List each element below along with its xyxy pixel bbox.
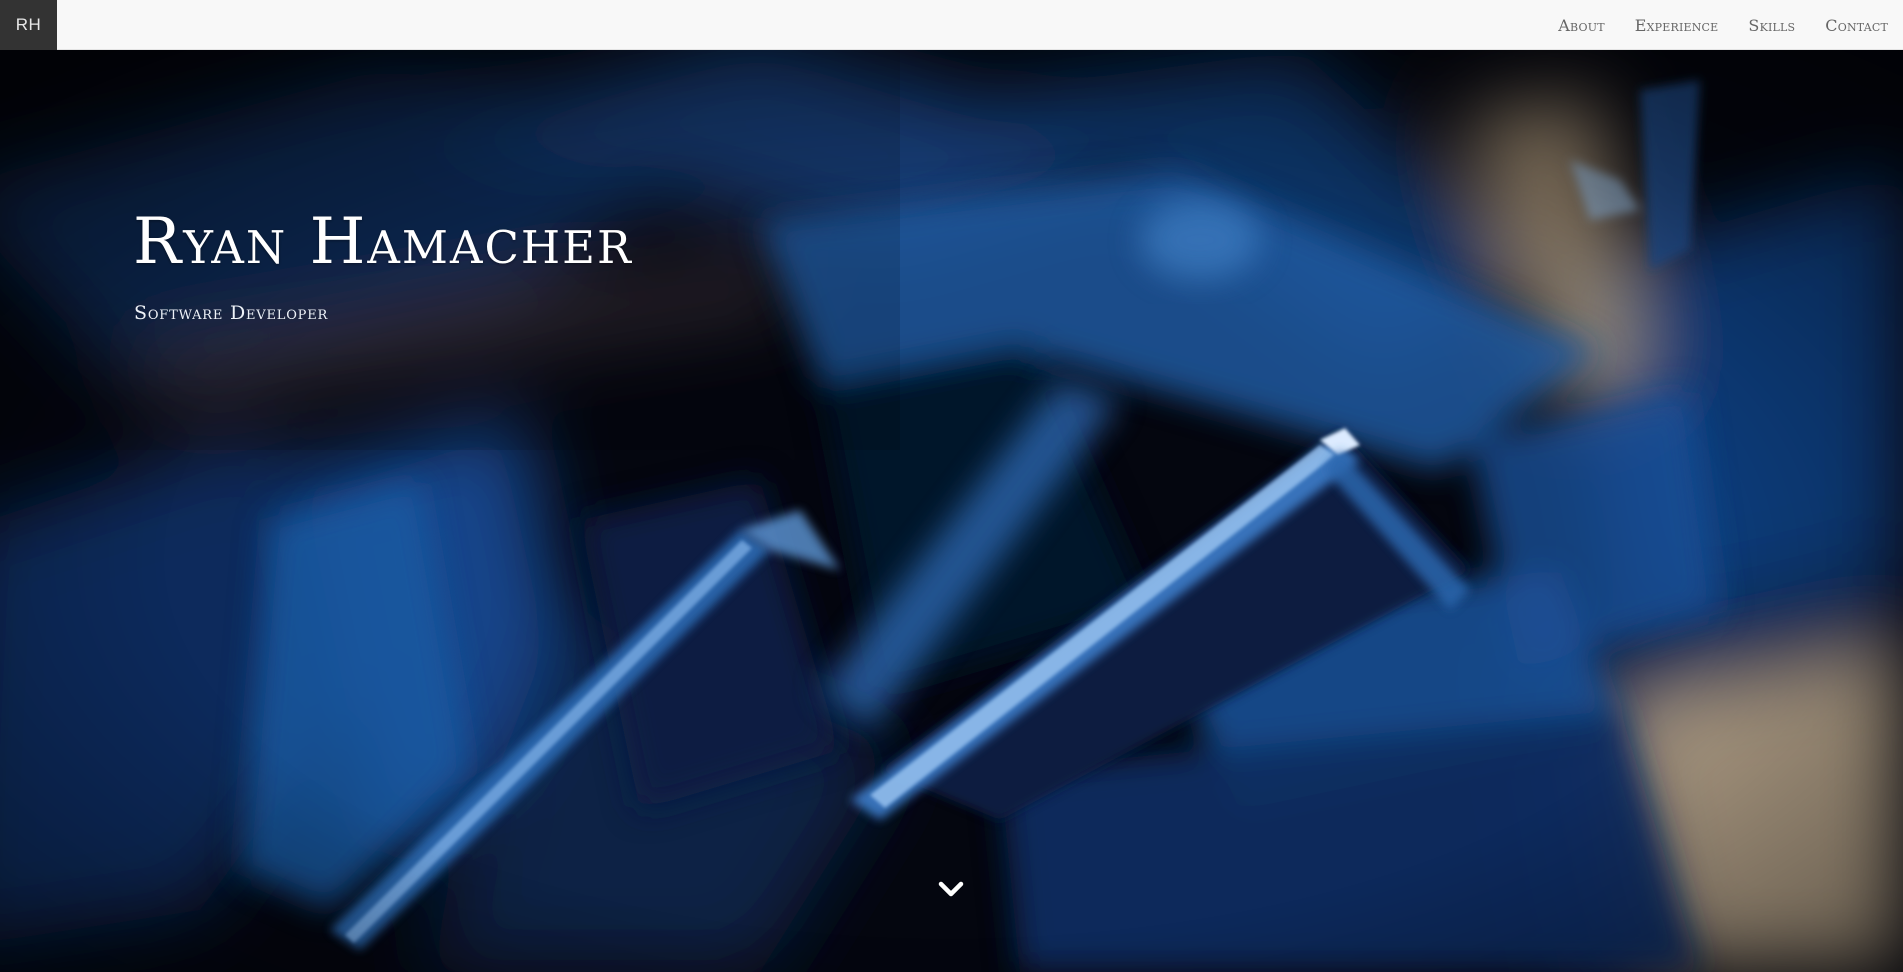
- nav-item-contact: Contact: [1825, 16, 1888, 35]
- hero-title: Ryan Hamacher: [133, 205, 633, 279]
- hero-background-image: [0, 50, 1903, 972]
- nav-item-experience: Experience: [1635, 16, 1719, 35]
- nav-item-about: About: [1558, 16, 1604, 35]
- nav-item-skills: Skills: [1748, 16, 1795, 35]
- hero-subtitle: Software Developer: [134, 302, 329, 324]
- chevron-down-icon: [938, 881, 964, 897]
- brand-logo-link[interactable]: RH: [0, 0, 57, 50]
- nav-link-contact[interactable]: Contact: [1825, 16, 1888, 35]
- nav-link-about[interactable]: About: [1558, 16, 1604, 35]
- scroll-down-button[interactable]: [936, 878, 966, 902]
- nav-link-skills[interactable]: Skills: [1748, 16, 1795, 35]
- nav-links: About Experience Skills Contact: [1528, 0, 1903, 50]
- nav-link-experience[interactable]: Experience: [1635, 16, 1719, 35]
- top-navbar: RH About Experience Skills Contact: [0, 0, 1903, 50]
- page: RH About Experience Skills Contact Ryan …: [0, 0, 1903, 972]
- hero-section: Ryan Hamacher Software Developer: [0, 50, 1903, 972]
